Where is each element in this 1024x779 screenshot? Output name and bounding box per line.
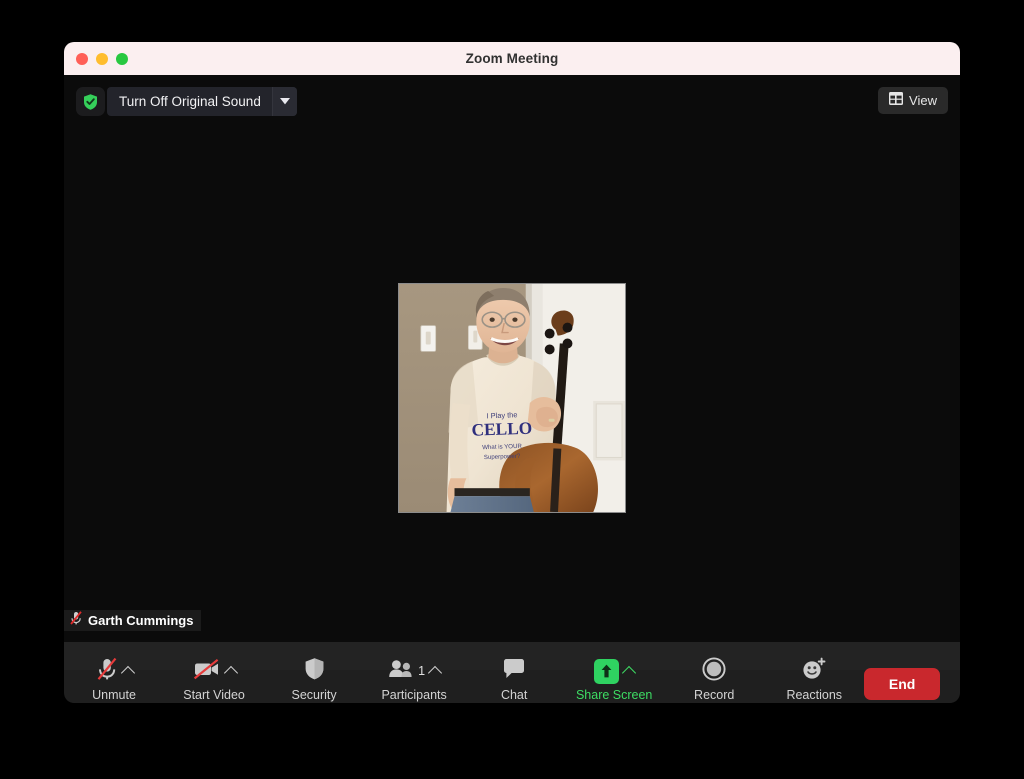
unmute-icon-row	[96, 657, 135, 686]
participants-count: 1	[418, 664, 426, 678]
shirt-text-line4: Superpower?	[484, 453, 521, 461]
toolbar-label-security: Security	[291, 688, 337, 702]
original-sound-button[interactable]: Turn Off Original Sound	[107, 87, 297, 116]
security-icon-row	[304, 657, 325, 685]
video-camera-muted-icon	[193, 658, 221, 685]
record-circle-icon	[702, 656, 726, 686]
participants-icon-row: 1	[388, 657, 443, 685]
participant-name-badge: Garth Cummings	[64, 610, 202, 631]
zoom-meeting-window: Zoom Meeting Turn Off Original Sound Vie…	[64, 42, 960, 703]
toolbar-label-start-video: Start Video	[183, 688, 245, 702]
chat-icon-row	[502, 657, 526, 685]
toolbar-label-unmute: Unmute	[92, 688, 136, 702]
microphone-muted-icon	[70, 611, 82, 630]
shirt-text-line3: What is YOUR	[482, 443, 523, 451]
toolbar-button-record[interactable]: Record	[664, 656, 764, 702]
people-icon	[388, 659, 414, 684]
layout-grid-icon	[889, 91, 904, 110]
traffic-light-buttons	[76, 53, 128, 65]
original-sound-control: Turn Off Original Sound	[76, 87, 297, 116]
start-video-chevron-up-icon[interactable]	[223, 665, 238, 680]
record-icon-row	[702, 656, 726, 686]
original-sound-label: Turn Off Original Sound	[119, 94, 261, 109]
shield-icon	[304, 657, 325, 686]
window-titlebar: Zoom Meeting	[64, 42, 960, 75]
maximize-window-button[interactable]	[116, 53, 128, 65]
toolbar-label-record: Record	[694, 688, 735, 702]
meeting-toolbar: Unmute Start Video Security 1 Participan…	[64, 656, 960, 703]
view-button[interactable]: View	[878, 87, 948, 114]
share-screen-chevron-up-icon[interactable]	[622, 665, 637, 680]
toolbar-button-start-video[interactable]: Start Video	[164, 657, 264, 702]
toolbar-button-unmute[interactable]: Unmute	[64, 657, 164, 702]
toolbar-button-security[interactable]: Security	[264, 657, 364, 702]
close-window-button[interactable]	[76, 53, 88, 65]
share-arrow-up-icon	[594, 658, 620, 684]
shield-check-icon[interactable]	[76, 87, 105, 116]
caret-down-icon[interactable]	[271, 87, 297, 116]
reactions-icon-row	[801, 657, 827, 685]
end-meeting-button[interactable]: End	[864, 667, 940, 700]
participant-name-label: Garth Cummings	[88, 613, 194, 628]
toolbar-button-reactions[interactable]: Reactions	[764, 657, 864, 702]
screen: Zoom Meeting Turn Off Original Sound Vie…	[0, 0, 1024, 779]
meeting-stage: Turn Off Original Sound View I Play the …	[64, 75, 960, 642]
chat-bubble-icon	[502, 658, 526, 685]
toolbar-label-participants: Participants	[381, 688, 447, 702]
toolbar-label-share-screen: Share Screen	[575, 688, 653, 702]
participant-video-image: I Play the CELLO What is YOUR Superpower…	[399, 284, 625, 512]
smiley-plus-icon	[801, 657, 827, 686]
toolbar-button-share-screen[interactable]: Share Screen	[564, 657, 664, 702]
window-title: Zoom Meeting	[465, 51, 559, 66]
participants-chevron-up-icon[interactable]	[428, 665, 443, 680]
shirt-text-line2: CELLO	[471, 419, 532, 440]
toolbar-button-participants[interactable]: 1 Participants	[364, 657, 464, 702]
participant-video-tile[interactable]: I Play the CELLO What is YOUR Superpower…	[398, 283, 626, 513]
toolbar-items: Unmute Start Video Security 1 Participan…	[64, 652, 960, 703]
toolbar-label-reactions: Reactions	[786, 688, 843, 702]
start-video-icon-row	[193, 657, 238, 685]
toolbar-button-chat[interactable]: Chat	[464, 657, 564, 702]
microphone-muted-icon	[96, 657, 118, 686]
toolbar-label-chat: Chat	[500, 688, 528, 702]
view-button-label: View	[909, 93, 937, 108]
minimize-window-button[interactable]	[96, 53, 108, 65]
unmute-chevron-up-icon[interactable]	[120, 665, 135, 680]
end-button-label: End	[888, 675, 916, 692]
share-screen-icon-row	[594, 657, 637, 685]
